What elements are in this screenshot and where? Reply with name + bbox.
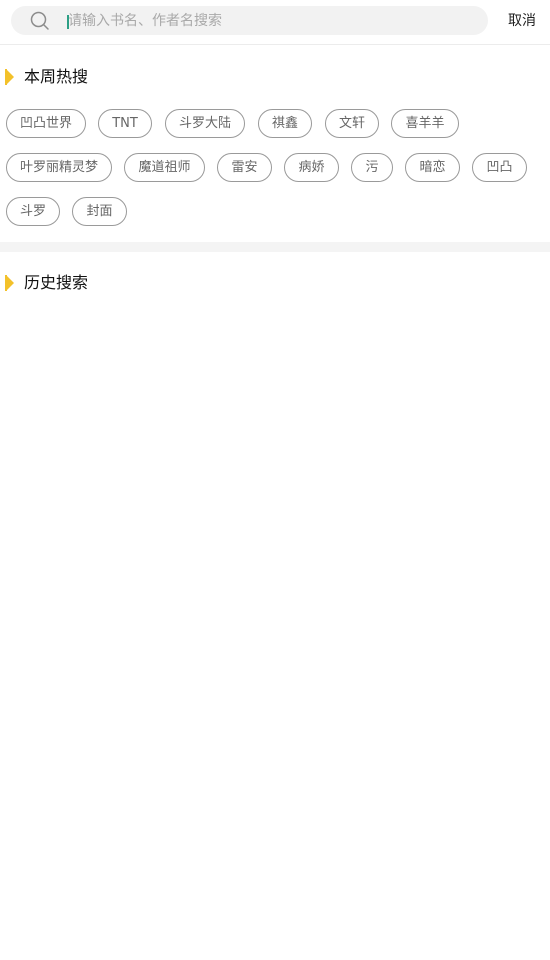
hot-tag[interactable]: 凹凸 — [472, 153, 527, 182]
section-divider — [0, 242, 550, 252]
hot-tag[interactable]: 封面 — [72, 197, 127, 226]
search-input[interactable] — [58, 6, 478, 35]
hot-tag[interactable]: 喜羊羊 — [391, 109, 459, 138]
hot-tag[interactable]: 雷安 — [217, 153, 272, 182]
history-search-title: 历史搜索 — [24, 273, 89, 292]
hot-tag[interactable]: 凹凸世界 — [6, 109, 86, 138]
hot-search-header: 本周热搜 — [0, 66, 200, 90]
hot-tag[interactable]: 暗恋 — [405, 153, 460, 182]
search-bar: 取消 — [0, 0, 550, 45]
hot-tag[interactable]: 斗罗 — [6, 197, 60, 226]
hot-tag[interactable]: 污 — [351, 153, 393, 182]
cancel-button[interactable]: 取消 — [500, 10, 544, 32]
hot-tag[interactable]: TNT — [98, 109, 152, 138]
section-marker-arrow — [6, 69, 14, 85]
search-box[interactable] — [11, 6, 488, 35]
history-search-header: 历史搜索 — [0, 272, 200, 296]
hot-tag[interactable]: 斗罗大陆 — [165, 109, 245, 138]
hot-tag[interactable]: 叶罗丽精灵梦 — [6, 153, 112, 182]
text-caret — [67, 15, 69, 29]
hot-search-title: 本周热搜 — [24, 67, 89, 86]
hot-tag[interactable]: 文轩 — [325, 109, 379, 138]
hot-tag[interactable]: 魔道祖师 — [124, 153, 205, 182]
hot-tag[interactable]: 祺鑫 — [258, 109, 312, 138]
section-marker-arrow — [6, 275, 14, 291]
hot-tag[interactable]: 病娇 — [284, 153, 339, 182]
search-icon — [30, 11, 49, 30]
